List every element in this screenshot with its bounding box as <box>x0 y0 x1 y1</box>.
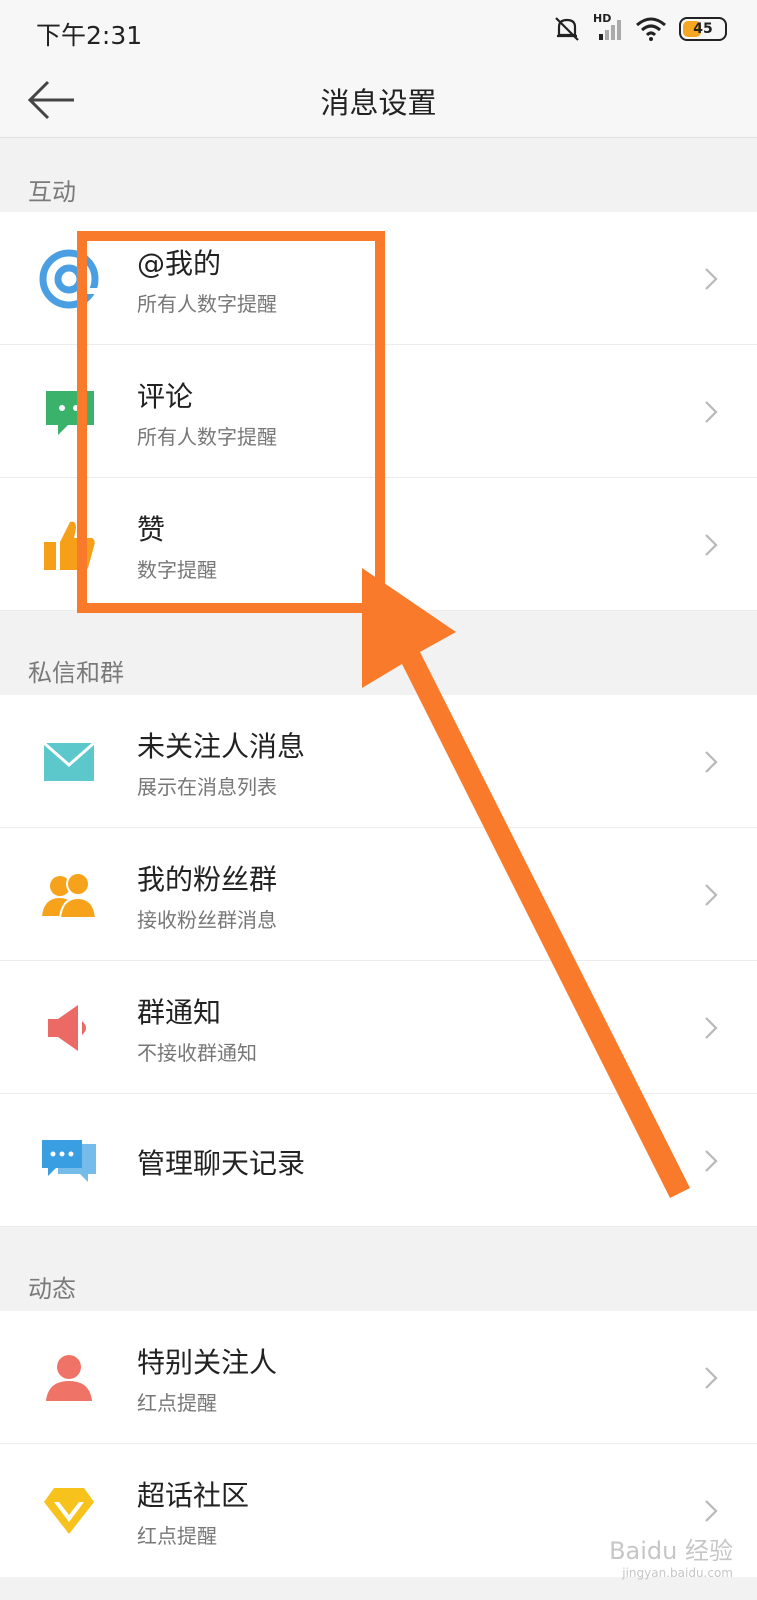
chevron-right-icon <box>705 534 718 556</box>
item-subtitle: 不接收群通知 <box>137 1041 257 1065</box>
settings-item-stranger-messages[interactable]: 未关注人消息 展示在消息列表 <box>0 695 757 828</box>
comment-icon <box>46 391 94 435</box>
item-title: @我的 <box>137 247 222 280</box>
person-icon <box>46 1355 92 1401</box>
settings-item-manage-chat-history[interactable]: 管理聊天记录 <box>0 1094 757 1227</box>
chevron-right-icon <box>705 268 718 290</box>
status-bar: 下午2:31 HD 45 <box>0 0 757 62</box>
page-title: 消息设置 <box>320 86 437 120</box>
chevron-right-icon <box>705 401 718 423</box>
settings-item-mentions[interactable]: @我的 所有人数字提醒 <box>0 212 757 345</box>
settings-item-special-follows[interactable]: 特别关注人 红点提醒 <box>0 1311 757 1444</box>
item-title: 特别关注人 <box>137 1346 278 1379</box>
item-subtitle: 红点提醒 <box>137 1524 217 1548</box>
megaphone-icon <box>48 1005 86 1051</box>
item-subtitle: 数字提醒 <box>137 558 217 582</box>
fans-group-icon <box>42 872 98 919</box>
at-icon <box>39 249 99 309</box>
item-subtitle: 接收粉丝群消息 <box>137 908 277 932</box>
chevron-right-icon <box>705 884 718 906</box>
status-icons: HD 45 <box>553 12 727 42</box>
watermark-url: jingyan.baidu.com <box>622 1566 733 1580</box>
chevron-right-icon <box>705 1500 718 1522</box>
thumbs-up-icon <box>44 521 95 570</box>
item-subtitle: 红点提醒 <box>137 1391 217 1415</box>
settings-item-group-notifications[interactable]: 群通知 不接收群通知 <box>0 961 757 1094</box>
watermark-text: Baidu 经验 <box>609 1537 733 1565</box>
item-title: 评论 <box>137 380 194 413</box>
chevron-right-icon <box>705 1017 718 1039</box>
section-header-messages-groups: 私信和群 <box>0 611 757 695</box>
battery-level: 45 <box>693 21 713 37</box>
chevron-right-icon <box>705 751 718 773</box>
status-time: 下午2:31 <box>36 21 143 50</box>
mute-bell-icon <box>555 17 579 41</box>
item-title: 赞 <box>137 513 166 546</box>
chevron-right-icon <box>705 1150 718 1172</box>
settings-item-comments[interactable]: 评论 所有人数字提醒 <box>0 345 757 478</box>
signal-icon: HD <box>593 12 623 42</box>
chat-bubbles-icon <box>42 1140 96 1182</box>
section-header-interaction: 互动 <box>0 138 757 212</box>
item-subtitle: 所有人数字提醒 <box>137 292 277 316</box>
settings-item-fan-groups[interactable]: 我的粉丝群 接收粉丝群消息 <box>0 828 757 961</box>
item-title: 未关注人消息 <box>137 730 306 763</box>
mail-icon <box>43 741 95 781</box>
battery-indicator: 45 <box>679 17 727 41</box>
chevron-right-icon <box>705 1367 718 1389</box>
diamond-icon <box>44 1488 94 1534</box>
item-title: 我的粉丝群 <box>137 863 278 896</box>
item-title: 管理聊天记录 <box>137 1147 306 1180</box>
section-header-feed: 动态 <box>0 1227 757 1311</box>
item-title: 超话社区 <box>137 1479 250 1512</box>
settings-item-likes[interactable]: 赞 数字提醒 <box>0 478 757 611</box>
item-title: 群通知 <box>137 996 222 1029</box>
watermark: Baidu 经验 jingyan.baidu.com <box>609 1531 733 1580</box>
item-subtitle: 展示在消息列表 <box>137 775 277 799</box>
wifi-icon <box>636 17 666 41</box>
nav-bar: 消息设置 <box>0 62 757 138</box>
item-subtitle: 所有人数字提醒 <box>137 425 277 449</box>
